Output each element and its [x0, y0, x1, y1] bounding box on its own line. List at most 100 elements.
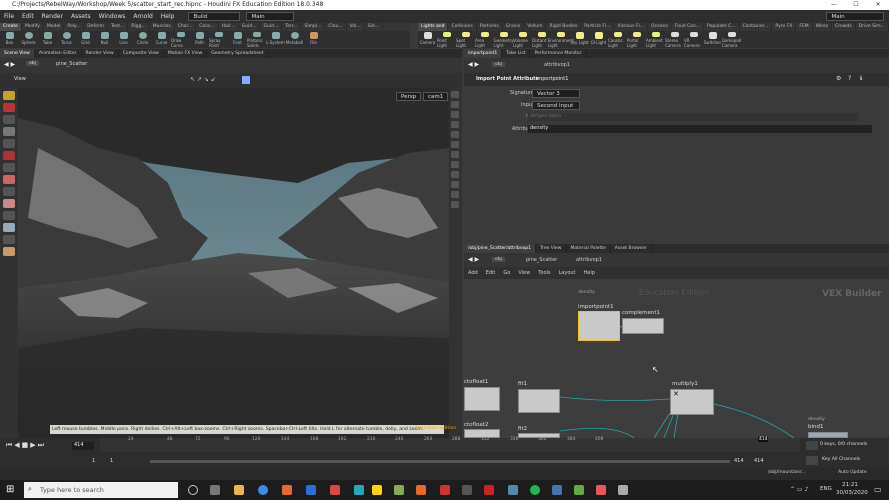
- help-icon[interactable]: ?: [848, 75, 851, 82]
- shelf-tab[interactable]: Fluid Con...: [672, 23, 705, 31]
- tab-composite-view[interactable]: Composite View: [119, 49, 164, 58]
- menu-edit[interactable]: Edit: [18, 13, 38, 20]
- close-icon[interactable]: ✕: [867, 0, 889, 10]
- shelf-tab[interactable]: Rigg...: [128, 23, 150, 31]
- nav-arrows-icon[interactable]: ◀ ▶: [468, 61, 479, 68]
- tab-tree-view[interactable]: Tree View: [536, 244, 567, 253]
- network-editor[interactable]: ◀ ▶ obj pine_Scatter attribvop1 Add Edit…: [464, 253, 889, 438]
- playback-controls-icon[interactable]: ⏮◀■▶⏭: [6, 441, 46, 450]
- tool-platonic-solids[interactable]: Platonic Solids: [247, 31, 266, 48]
- menu-help[interactable]: Help: [157, 13, 179, 20]
- tool-gamepad-camera[interactable]: Gamepad Camera: [722, 31, 741, 48]
- shelf-tab[interactable]: Particles: [477, 23, 503, 31]
- windows-start-icon[interactable]: ⊞: [6, 484, 14, 495]
- tab-network-path[interactable]: /obj/pine_Scatter/attribvop1: [464, 244, 536, 253]
- tab-asset-browser[interactable]: Asset Browser: [611, 244, 652, 253]
- tab-material-palette[interactable]: Material Palette: [567, 244, 611, 253]
- display-option-icon[interactable]: [451, 141, 459, 148]
- ghost-icon[interactable]: [3, 235, 15, 244]
- tool-torus[interactable]: Torus: [57, 31, 76, 48]
- tool-grid[interactable]: Grid: [76, 31, 95, 48]
- render-icon[interactable]: [3, 199, 15, 208]
- tool-tube[interactable]: Tube: [38, 31, 57, 48]
- shelf-tab[interactable]: Char...: [175, 23, 197, 31]
- viewport-3d[interactable]: Persp cam1: [18, 88, 449, 438]
- signature-select[interactable]: Vector 3: [532, 89, 580, 98]
- display-option-icon[interactable]: [451, 91, 459, 98]
- tool-metaball[interactable]: Metaball: [285, 31, 304, 48]
- key-icon[interactable]: [806, 441, 818, 450]
- param-node-path[interactable]: attribvop1: [544, 62, 570, 68]
- spotify-icon[interactable]: [530, 485, 540, 495]
- shelf-tab[interactable]: Particle Fl...: [581, 23, 615, 31]
- clock-date[interactable]: 30/03/2020: [836, 490, 868, 496]
- range-slider[interactable]: [150, 460, 730, 463]
- shelf-tab[interactable]: Grains: [503, 23, 525, 31]
- node-importpoint1[interactable]: [578, 311, 620, 341]
- tool-sphere[interactable]: Sphere: [19, 31, 38, 48]
- app-icon[interactable]: [484, 485, 494, 495]
- light-icon[interactable]: [3, 247, 15, 256]
- houdini-active-icon[interactable]: [416, 485, 426, 495]
- shelf-tab[interactable]: Guid...: [260, 23, 283, 31]
- tool-file[interactable]: File: [304, 31, 323, 48]
- display-option-icon[interactable]: [451, 121, 459, 128]
- shelf-tab[interactable]: Model: [44, 23, 65, 31]
- shelf-tab[interactable]: Collisions: [448, 23, 477, 31]
- tool-gi-light[interactable]: GI Light: [589, 31, 608, 48]
- shelf-tab[interactable]: Vol...: [347, 23, 365, 31]
- menu-windows[interactable]: Windows: [95, 13, 130, 20]
- camera-icon[interactable]: [3, 187, 15, 196]
- task-view-icon[interactable]: [210, 485, 220, 495]
- end-frame-field-2[interactable]: 414: [754, 458, 764, 464]
- brush-icon[interactable]: [3, 151, 15, 160]
- magnet-icon[interactable]: [3, 175, 15, 184]
- display-option-icon[interactable]: [451, 161, 459, 168]
- tool-draw-curve[interactable]: Draw Curve: [171, 31, 190, 48]
- shelf-tab[interactable]: FEM: [796, 23, 813, 31]
- pose-icon[interactable]: [3, 115, 15, 124]
- tool-camera[interactable]: Camera: [418, 31, 437, 48]
- start-frame-field-2[interactable]: 1: [110, 458, 113, 464]
- handle-icon[interactable]: [3, 127, 15, 136]
- tool-environment-light[interactable]: Environment Light: [548, 31, 573, 48]
- timeline-ruler[interactable]: 24 48 72 96 120 144 168 192 216 240 264 …: [100, 437, 800, 452]
- tool-caustic-light[interactable]: Caustic Light: [608, 31, 627, 48]
- file-field[interactable]: defgeo.bgeo: [528, 113, 858, 121]
- tool-path[interactable]: Path: [190, 31, 209, 48]
- node-fit1[interactable]: [518, 389, 560, 413]
- tool-font[interactable]: Font: [228, 31, 247, 48]
- app-icon[interactable]: [462, 485, 472, 495]
- param-context-obj[interactable]: obj: [492, 62, 506, 67]
- tray-icons[interactable]: ⌃ ▭ ♪: [790, 486, 808, 493]
- view-icon[interactable]: [3, 139, 15, 148]
- display-option-icon[interactable]: [451, 101, 459, 108]
- chrome-icon[interactable]: [258, 485, 268, 495]
- tool-vr-camera[interactable]: VR Camera: [684, 31, 703, 48]
- camera-menu[interactable]: cam1: [423, 92, 449, 101]
- shelf-tab[interactable]: Hair...: [219, 23, 239, 31]
- clock-time[interactable]: 21:21: [842, 482, 858, 488]
- desktop-main-select[interactable]: Main: [246, 12, 295, 21]
- info-icon[interactable]: ℹ: [860, 75, 862, 82]
- tool-box[interactable]: Box: [0, 31, 19, 48]
- file-explorer-icon[interactable]: [234, 485, 244, 495]
- shelf-tab[interactable]: Simpl...: [301, 23, 326, 31]
- shelf-tab[interactable]: Viscous Fl...: [614, 23, 649, 31]
- select-icon[interactable]: [3, 91, 15, 100]
- shelf-tab[interactable]: Cons...: [196, 23, 219, 31]
- tool-l-system[interactable]: L-System: [266, 31, 285, 48]
- tool-spot-light[interactable]: Spot Light: [456, 31, 475, 48]
- app-icon[interactable]: [596, 485, 606, 495]
- tool-null[interactable]: Null: [95, 31, 114, 48]
- cortana-icon[interactable]: [188, 485, 198, 495]
- app-icon[interactable]: [618, 485, 628, 495]
- snap-icon[interactable]: [3, 163, 15, 172]
- tab-motion-fx-view[interactable]: Motion FX View: [164, 49, 208, 58]
- tool-area-light[interactable]: Area Light: [475, 31, 494, 48]
- shelf-tab[interactable]: Lights and: [418, 23, 449, 31]
- auto-update-select[interactable]: Auto Update: [838, 470, 867, 475]
- tool-geometry-light[interactable]: Geometry Light: [494, 31, 513, 48]
- node-ctofloat1[interactable]: [464, 387, 500, 411]
- tool-ambient-light[interactable]: Ambient Light: [646, 31, 665, 48]
